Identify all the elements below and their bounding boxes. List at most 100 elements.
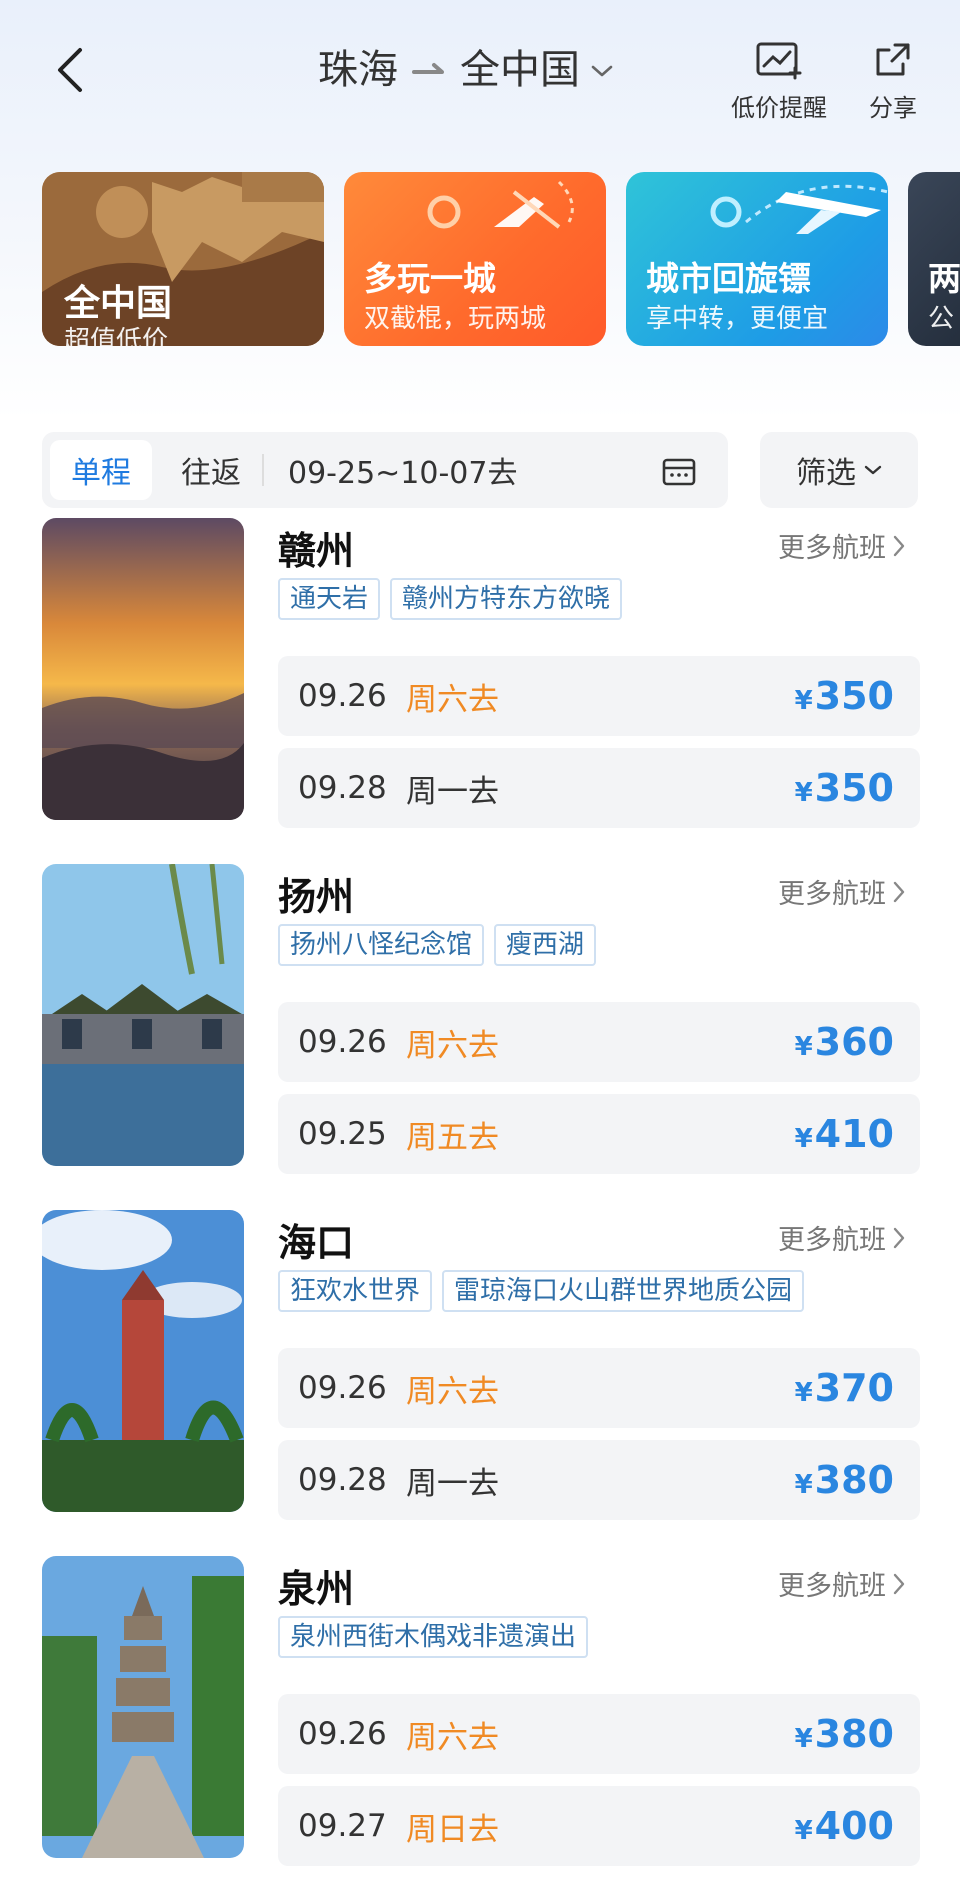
flight-price: ¥350: [795, 656, 894, 736]
tab-round-trip[interactable]: 往返: [160, 440, 262, 500]
flight-price: ¥350: [795, 748, 894, 828]
promo-partial[interactable]: 两 公: [908, 172, 960, 346]
trip-filter-bar: 单程 往返 09-25~10-07去: [42, 432, 728, 508]
flight-weekday: 周五去: [406, 1119, 499, 1156]
attraction-tags: 狂欢水世界 雷琼海口火山群世界地质公园: [278, 1270, 805, 1312]
currency-symbol: ¥: [794, 778, 813, 808]
flight-option[interactable]: 09.26 周六去 ¥380: [278, 1694, 920, 1774]
promo-title: 两: [928, 259, 960, 298]
flight-price: ¥370: [795, 1348, 894, 1428]
more-flights-label: 更多航班: [778, 1225, 886, 1256]
flight-price: ¥360: [795, 1002, 894, 1082]
route-selector[interactable]: 珠海 全中国: [318, 36, 614, 96]
promo-title: 全中国: [64, 283, 173, 324]
header: 珠海 全中国 低价提醒 分享: [0, 0, 960, 140]
flight-date: 09.25: [298, 1116, 387, 1152]
filter-label: 筛选: [796, 456, 856, 491]
chevron-right-icon: [893, 1573, 905, 1594]
destination-card[interactable]: 泉州 更多航班 泉州西街木偶戏非遗演出 09.26 周六去 ¥380 09.27…: [0, 1556, 960, 1866]
flight-date: 09.26: [298, 678, 387, 714]
flight-weekday: 周六去: [406, 681, 499, 718]
promo-subtitle: 超值低价: [64, 326, 169, 346]
price-amount: 410: [814, 1112, 894, 1156]
flight-weekday: 周日去: [406, 1811, 499, 1848]
route-arrow-icon: [412, 49, 446, 84]
attraction-tag[interactable]: 赣州方特东方欲晓: [390, 578, 623, 620]
more-flights-link[interactable]: 更多航班: [778, 1564, 906, 1603]
promo-extra-city[interactable]: 多玩一城 双截棍，玩两城: [344, 172, 606, 346]
more-flights-label: 更多航班: [778, 533, 886, 564]
destination-photo: [42, 1556, 244, 1858]
price-amount: 380: [814, 1712, 894, 1756]
price-alert-button[interactable]: 低价提醒: [724, 40, 834, 123]
promo-boomerang[interactable]: 城市回旋镖 享中转，更便宜: [626, 172, 888, 346]
flight-weekday: 周一去: [406, 773, 499, 810]
origin-city: 珠海: [318, 47, 398, 93]
share-label: 分享: [869, 94, 917, 122]
flight-date: 09.27: [298, 1808, 387, 1844]
promo-banners: 全中国 超值低价 多玩一城 双截棍，玩两城 城市回旋镖 享中转，更便宜 两 公: [0, 150, 960, 370]
filter-button[interactable]: 筛选: [760, 432, 918, 508]
back-arrow-icon: [58, 48, 82, 92]
destination-card[interactable]: 扬州 更多航班 扬州八怪纪念馆 瘦西湖 09.26 周六去 ¥360 09.25…: [0, 864, 960, 1174]
more-flights-link[interactable]: 更多航班: [778, 526, 906, 565]
price-amount: 380: [814, 1458, 894, 1502]
chevron-right-icon: [893, 1227, 905, 1248]
flight-option[interactable]: 09.25 周五去 ¥410: [278, 1094, 920, 1174]
chevron-right-icon: [893, 881, 905, 902]
share-icon: [876, 43, 910, 76]
flight-option[interactable]: 09.26 周六去 ¥360: [278, 1002, 920, 1082]
tab-one-way[interactable]: 单程: [50, 440, 152, 500]
city-name: 扬州: [278, 875, 355, 919]
flight-option[interactable]: 09.28 周一去 ¥380: [278, 1440, 920, 1520]
attraction-tag[interactable]: 雷琼海口火山群世界地质公园: [442, 1270, 805, 1312]
destination-photo: [42, 1210, 244, 1512]
destination-photo: [42, 864, 244, 1166]
currency-symbol: ¥: [794, 686, 813, 716]
more-flights-label: 更多航班: [778, 879, 886, 910]
flight-date: 09.26: [298, 1716, 387, 1752]
chevron-down-icon: [590, 43, 614, 89]
destination-card[interactable]: 赣州 更多航班 通天岩 赣州方特东方欲晓 09.26 周六去 ¥350 09.2…: [0, 518, 960, 828]
flight-date: 09.26: [298, 1024, 387, 1060]
city-name: 海口: [278, 1221, 355, 1265]
calendar-icon[interactable]: [662, 456, 696, 486]
attraction-tags: 泉州西街木偶戏非遗演出: [278, 1616, 589, 1658]
currency-symbol: ¥: [794, 1724, 813, 1754]
chart-plus-icon: [756, 42, 802, 80]
chevron-right-icon: [893, 535, 905, 556]
more-flights-label: 更多航班: [778, 1571, 886, 1602]
currency-symbol: ¥: [794, 1470, 813, 1500]
flight-option[interactable]: 09.28 周一去 ¥350: [278, 748, 920, 828]
currency-symbol: ¥: [794, 1032, 813, 1062]
price-amount: 350: [814, 766, 894, 810]
city-name: 泉州: [278, 1567, 355, 1611]
airplane-icon: [710, 184, 888, 234]
more-flights-link[interactable]: 更多航班: [778, 872, 906, 911]
attraction-tag[interactable]: 通天岩: [278, 578, 381, 620]
attraction-tag[interactable]: 扬州八怪纪念馆: [278, 924, 485, 966]
attraction-tag[interactable]: 瘦西湖: [494, 924, 597, 966]
promo-all-china[interactable]: 全中国 超值低价: [42, 172, 324, 346]
date-range[interactable]: 09-25~10-07去: [288, 440, 517, 500]
flight-price: ¥400: [795, 1786, 894, 1866]
flight-option[interactable]: 09.27 周日去 ¥400: [278, 1786, 920, 1866]
flight-option[interactable]: 09.26 周六去 ¥350: [278, 656, 920, 736]
attraction-tag[interactable]: 狂欢水世界: [278, 1270, 433, 1312]
promo-subtitle: 享中转，更便宜: [646, 304, 829, 334]
destination-card[interactable]: 海口 更多航班 狂欢水世界 雷琼海口火山群世界地质公园 09.26 周六去 ¥3…: [0, 1210, 960, 1520]
share-button[interactable]: 分享: [862, 40, 924, 123]
flight-date: 09.26: [298, 1370, 387, 1406]
currency-symbol: ¥: [794, 1378, 813, 1408]
attraction-tag[interactable]: 泉州西街木偶戏非遗演出: [278, 1616, 589, 1658]
price-amount: 400: [814, 1804, 894, 1848]
flight-weekday: 周一去: [406, 1465, 499, 1502]
more-flights-link[interactable]: 更多航班: [778, 1218, 906, 1257]
destination-photo: [42, 518, 244, 820]
flight-option[interactable]: 09.26 周六去 ¥370: [278, 1348, 920, 1428]
back-button[interactable]: [40, 38, 100, 102]
flight-date: 09.28: [298, 770, 387, 806]
flight-weekday: 周六去: [406, 1373, 499, 1410]
attraction-tags: 扬州八怪纪念馆 瘦西湖: [278, 924, 597, 966]
divider: [262, 454, 264, 486]
